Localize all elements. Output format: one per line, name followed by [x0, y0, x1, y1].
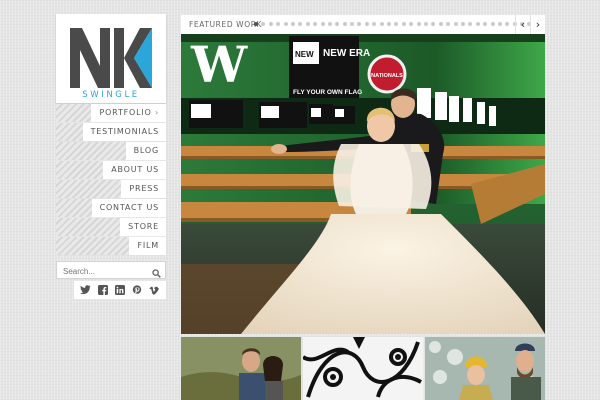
- slide-dot[interactable]: [401, 22, 406, 26]
- nav-item-contact-us[interactable]: Contact Us: [91, 199, 166, 217]
- brand-name: SWINGLE: [82, 90, 140, 100]
- slide-dot[interactable]: [276, 22, 281, 26]
- thumbnail-couple-snow[interactable]: [425, 337, 545, 400]
- featured-work-label: Featured Work: [189, 20, 263, 29]
- slide-dot[interactable]: [320, 22, 325, 26]
- nav-item-film[interactable]: Film: [129, 237, 166, 255]
- slide-dot[interactable]: [409, 22, 414, 26]
- slide-dot[interactable]: [438, 22, 443, 26]
- slide-dot[interactable]: [497, 22, 502, 26]
- slide-dot[interactable]: [468, 22, 473, 26]
- site-logo[interactable]: SWINGLE: [56, 14, 166, 103]
- slide-dot[interactable]: [254, 22, 258, 26]
- svg-text:NATIONALS: NATIONALS: [371, 73, 403, 79]
- svg-text:W: W: [190, 35, 248, 94]
- slide-dot[interactable]: [357, 22, 362, 26]
- slide-dot[interactable]: [305, 22, 310, 26]
- slide-dot[interactable]: [460, 22, 465, 26]
- search-box: [56, 261, 166, 279]
- thumbnail-couple-field[interactable]: [181, 337, 301, 400]
- twitter-icon[interactable]: [80, 284, 92, 296]
- next-slide-button[interactable]: ›: [530, 15, 545, 34]
- nav-item-press[interactable]: Press: [121, 180, 166, 198]
- featured-photo[interactable]: W NEW NEW ERA FLY YOUR OWN FLAG NATIONAL…: [181, 34, 545, 334]
- slide-dot[interactable]: [268, 22, 273, 26]
- slide-dot[interactable]: [283, 22, 288, 26]
- nav-item-store[interactable]: Store: [120, 218, 166, 236]
- nav-item-blog[interactable]: Blog: [125, 142, 166, 160]
- nav-item-about-us[interactable]: About Us: [103, 161, 166, 179]
- slide-dot[interactable]: [505, 22, 510, 26]
- slide-dot[interactable]: [327, 22, 332, 26]
- slide-dot[interactable]: [379, 22, 384, 26]
- slide-dots: [254, 22, 532, 26]
- slide-dot[interactable]: [475, 22, 480, 26]
- thumbnail-pattern-art[interactable]: [303, 337, 423, 400]
- slide-dot[interactable]: [261, 22, 266, 26]
- slide-dot[interactable]: [298, 22, 303, 26]
- search-input[interactable]: [61, 263, 153, 279]
- slide-dot[interactable]: [416, 22, 421, 26]
- slide-dot[interactable]: [423, 22, 428, 26]
- slide-dot[interactable]: [446, 22, 451, 26]
- nav-item-testimonials[interactable]: Testimonials: [82, 123, 166, 141]
- svg-text:NEW: NEW: [295, 50, 314, 59]
- team-logo: W: [190, 35, 248, 94]
- svg-text:FLY YOUR OWN FLAG: FLY YOUR OWN FLAG: [293, 89, 362, 96]
- pinterest-icon[interactable]: [131, 284, 143, 296]
- svg-text:NEW ERA: NEW ERA: [323, 48, 370, 59]
- vimeo-icon[interactable]: [148, 284, 160, 296]
- slide-dot[interactable]: [335, 22, 340, 26]
- prev-slide-button[interactable]: ‹: [515, 15, 530, 34]
- slide-dot[interactable]: [313, 22, 318, 26]
- thumbnail-strip: [181, 337, 545, 400]
- nav-item-portfolio[interactable]: Portfolio: [91, 104, 166, 122]
- slide-dot[interactable]: [350, 22, 355, 26]
- featured-work-bar: Featured Work ‹ ›: [181, 15, 545, 34]
- slide-dot[interactable]: [453, 22, 458, 26]
- slide-dot[interactable]: [372, 22, 377, 26]
- slide-dot[interactable]: [394, 22, 399, 26]
- slide-dot[interactable]: [490, 22, 495, 26]
- facebook-icon[interactable]: [97, 284, 109, 296]
- main-nav: Portfolio Testimonials Blog About Us Pre…: [56, 104, 166, 255]
- slide-dot[interactable]: [342, 22, 347, 26]
- slide-dot[interactable]: [483, 22, 488, 26]
- slide-dot[interactable]: [387, 22, 392, 26]
- slide-dot[interactable]: [364, 22, 369, 26]
- slide-dot[interactable]: [431, 22, 436, 26]
- slide-dot[interactable]: [290, 22, 295, 26]
- linkedin-icon[interactable]: [114, 284, 126, 296]
- logo-mark-icon: [70, 28, 152, 88]
- social-links: [74, 281, 166, 299]
